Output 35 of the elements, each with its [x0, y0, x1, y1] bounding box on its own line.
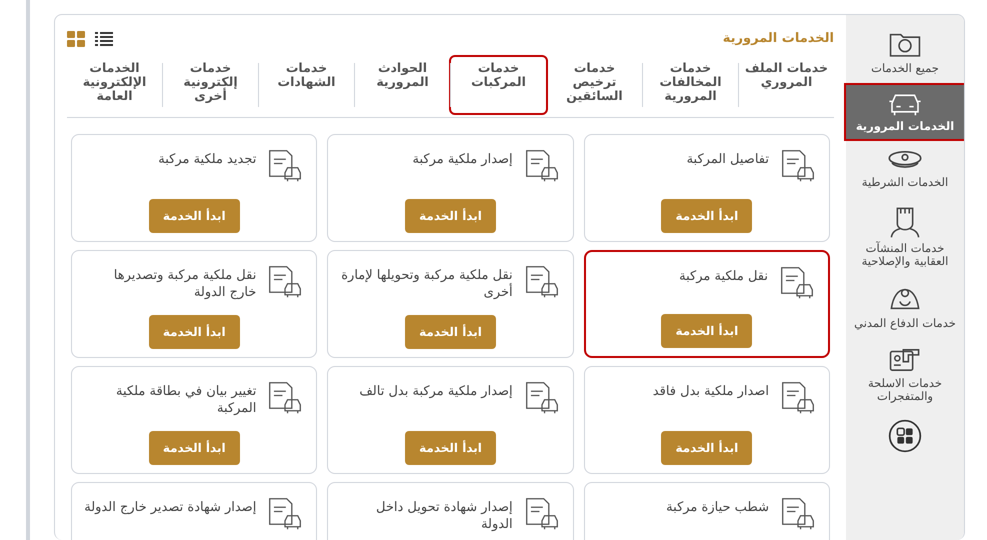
service-title: تجديد ملكية مركبة	[158, 150, 256, 168]
tab[interactable]: الحوادث المرورية	[355, 56, 450, 112]
service-title: إصدار شهادة تصدير خارج الدولة	[84, 498, 256, 516]
service-title: نقل ملكية مركبة وتحويلها لإمارة أخرى	[340, 266, 513, 300]
car-document-icon	[779, 496, 817, 530]
service-title: تفاصيل المركبة	[686, 150, 769, 168]
service-title: اصدار ملكية بدل فاقد	[652, 382, 769, 400]
grid-view-icon[interactable]	[67, 30, 85, 47]
tab[interactable]: خدمات المركبات	[451, 56, 546, 112]
sidebar-item[interactable]: جميع الخدمات	[846, 23, 964, 81]
section-title: الخدمات المرورية	[722, 30, 834, 48]
service-title: نقل ملكية مركبة	[679, 268, 768, 284]
car-document-icon	[779, 148, 817, 182]
sidebar-item[interactable]: خدمات المنشآت العقابية والإصلاحية	[846, 199, 964, 274]
sidebar-item[interactable]: الخدمات الشرطية	[846, 143, 964, 195]
service-title: إصدار شهادة تحويل داخل الدولة	[374, 498, 513, 532]
person-in-stripes-icon	[888, 205, 922, 239]
car-document-icon	[778, 266, 816, 300]
tab[interactable]: خدمات المخالفات المرورية	[643, 56, 738, 112]
tab[interactable]: الخدمات الإلكترونية العامة	[67, 56, 162, 112]
car-document-icon	[779, 380, 817, 414]
list-view-icon[interactable]	[95, 30, 113, 47]
service-title: شطب حيازة مركبة	[666, 498, 769, 516]
tab[interactable]: خدمات إلكترونية أخرى	[163, 56, 258, 112]
tab[interactable]: خدمات ترخيص السائقين	[547, 56, 642, 112]
sidebar-item[interactable]: خدمات الدفاع المدني	[846, 278, 964, 336]
service-title: إصدار ملكية مركبة	[412, 150, 513, 168]
sidebar-item[interactable]: خدمات الاسلحة والمتفجرات	[846, 340, 964, 409]
service-title: نقل ملكية مركبة وتصديرها خارج الدولة	[112, 266, 256, 300]
sidebar-item[interactable]: الخدمات المرورية	[846, 85, 964, 139]
tab[interactable]: خدمات الشهادات	[259, 56, 354, 112]
tab[interactable]: خدمات الملف المروري	[739, 56, 834, 112]
service-title: إصدار ملكية مركبة بدل تالف	[359, 382, 513, 400]
service-title: تغيير بيان في بطاقة ملكية المركبة	[115, 382, 256, 416]
grid-circle-icon	[888, 419, 922, 453]
